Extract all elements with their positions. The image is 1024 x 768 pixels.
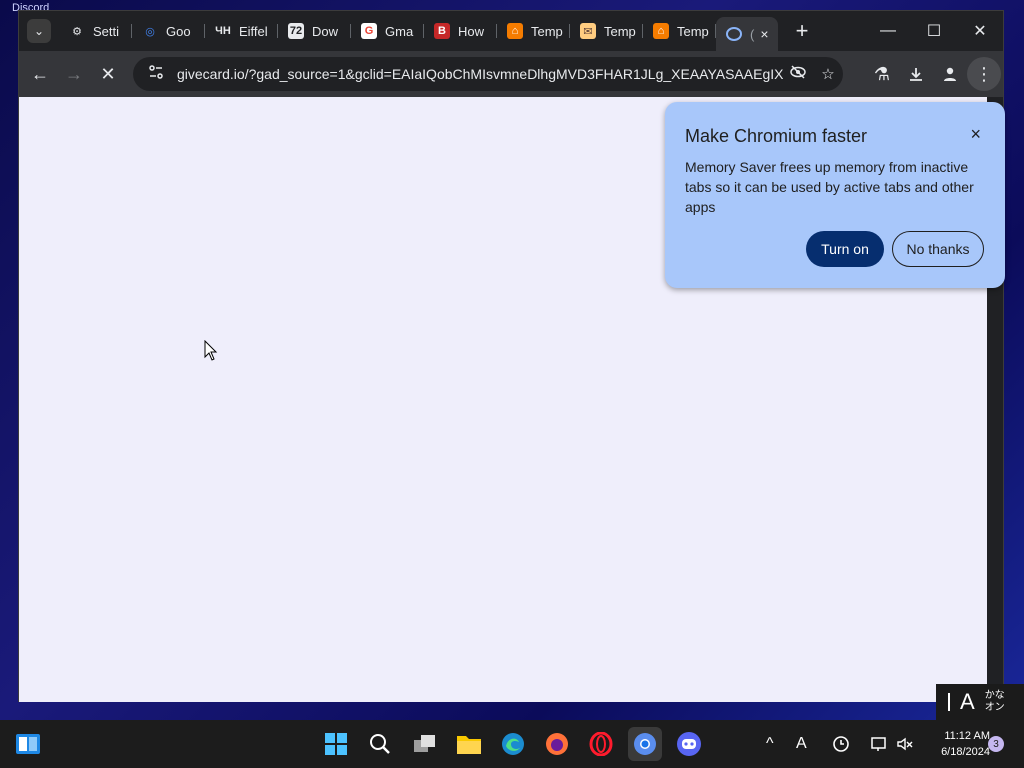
notification-badge[interactable]: 3 xyxy=(988,736,1004,752)
b-icon: B xyxy=(434,23,450,39)
ime-kana-label: かな オン xyxy=(985,690,1005,714)
clock-date: 6/18/2024 xyxy=(941,746,990,758)
download-icon[interactable] xyxy=(899,57,933,91)
download-site-icon: 72 xyxy=(288,23,304,39)
tab-active[interactable]: ( × xyxy=(716,17,778,51)
tab-label: ( xyxy=(750,26,755,42)
widgets-icon[interactable] xyxy=(14,730,42,758)
profile-icon[interactable] xyxy=(933,57,967,91)
ime-kana-bottom: オン xyxy=(984,702,1005,713)
tab-label: Dow xyxy=(312,23,339,39)
discord-icon[interactable] xyxy=(675,730,703,758)
ime-mode-icon[interactable]: A xyxy=(796,720,807,768)
search-icon[interactable] xyxy=(366,730,394,758)
tab-label: Goo xyxy=(166,23,191,39)
chromium-icon[interactable] xyxy=(628,727,662,761)
google-icon: G xyxy=(361,23,377,39)
tab-5[interactable]: G Gma xyxy=(351,15,424,47)
tab-6[interactable]: B How xyxy=(424,15,497,47)
forward-button[interactable]: → xyxy=(57,57,91,91)
popup-body: Memory Saver frees up memory from inacti… xyxy=(685,159,974,215)
no-thanks-button[interactable]: No thanks xyxy=(892,231,984,267)
network-icon[interactable] xyxy=(870,720,888,768)
url-text: givecard.io/?gad_source=1&gclid=EAIaIQob… xyxy=(177,66,783,82)
sync-icon[interactable] xyxy=(832,720,850,768)
tab-label: Gma xyxy=(385,23,414,39)
site-info-icon[interactable] xyxy=(141,64,171,84)
mouse-cursor-icon xyxy=(204,339,218,367)
eye-off-icon[interactable] xyxy=(783,65,813,83)
minimize-button[interactable]: — xyxy=(865,11,911,51)
tab-8[interactable]: ✉ Temp xyxy=(570,15,643,47)
clock-time: 11:12 AM xyxy=(944,730,990,742)
tab-7[interactable]: ⌂ Temp xyxy=(497,15,570,47)
task-view-icon[interactable] xyxy=(411,730,439,758)
taskbar: ^ A 11:12 AM 6/18/2024 xyxy=(0,720,1024,768)
tab-label: How xyxy=(458,23,485,39)
toolbar: ← → ✕ givecard.io/?gad_source=1&gclid=EA… xyxy=(19,51,1003,97)
chevron-down-icon: ⌄ xyxy=(33,24,45,38)
opera-icon[interactable] xyxy=(587,730,615,758)
close-icon[interactable]: × xyxy=(970,124,981,145)
star-icon[interactable]: ☆ xyxy=(813,65,843,83)
loading-icon xyxy=(726,27,742,41)
address-bar[interactable]: givecard.io/?gad_source=1&gclid=EAIaIQob… xyxy=(133,57,843,91)
volume-muted-icon[interactable] xyxy=(896,720,914,768)
tab-label: Eiffel xyxy=(239,23,268,39)
maximize-button[interactable]: ☐ xyxy=(911,11,957,51)
tab-label: Temp xyxy=(604,23,636,39)
tab-label: Temp xyxy=(531,23,563,39)
clock[interactable]: 11:12 AM 6/18/2024 xyxy=(922,728,990,760)
flask-icon[interactable]: ⚗ xyxy=(865,57,899,91)
tab-9[interactable]: ⌂ Temp xyxy=(643,15,716,47)
stop-loading-button[interactable]: ✕ xyxy=(91,57,125,91)
close-icon[interactable]: × xyxy=(760,26,768,42)
new-tab-button[interactable]: + xyxy=(788,18,816,44)
tab-search-button[interactable]: ⌄ xyxy=(27,19,51,43)
tab-3[interactable]: ЧΗ Eiffel xyxy=(205,15,278,47)
tab-4[interactable]: 72 Dow xyxy=(278,15,351,47)
back-button[interactable]: ← xyxy=(23,57,57,91)
google-lens-icon: ◎ xyxy=(145,25,155,38)
temp-mail-icon: ✉ xyxy=(580,23,596,39)
eiffel-icon: ЧΗ xyxy=(215,25,231,37)
start-icon[interactable] xyxy=(322,730,350,758)
ime-kana-top: かな xyxy=(984,690,1005,701)
memory-saver-popup: Make Chromium faster × Memory Saver free… xyxy=(665,102,1005,288)
ime-indicator[interactable]: A かな オン xyxy=(936,684,1024,720)
temp-icon: ⌂ xyxy=(653,23,669,39)
menu-icon[interactable]: ⋮ xyxy=(967,57,1001,91)
tab-strip: ⌄ ⚙ Setti ◎ Goo ЧΗ Eiffel 72 Dow G Gma B How ⌂ Temp ✉ T… xyxy=(19,11,1003,51)
edge-icon[interactable] xyxy=(499,730,527,758)
chevron-up-icon[interactable]: ^ xyxy=(766,720,774,768)
tab-label: Setti xyxy=(93,23,120,39)
close-window-button[interactable]: ✕ xyxy=(957,11,1003,51)
turn-on-button[interactable]: Turn on xyxy=(806,231,884,267)
ime-divider xyxy=(948,693,950,711)
temp-icon: ⌂ xyxy=(507,23,523,39)
tab-2[interactable]: ◎ Goo xyxy=(132,15,205,47)
ime-mode: A xyxy=(960,689,975,714)
window-controls: — ☐ ✕ xyxy=(865,11,1003,51)
firefox-icon[interactable] xyxy=(543,730,571,758)
gear-icon: ⚙ xyxy=(72,25,82,38)
tab-label: Temp xyxy=(677,23,709,39)
file-explorer-icon[interactable] xyxy=(455,730,483,758)
tab-1[interactable]: ⚙ Setti xyxy=(59,15,132,47)
popup-title: Make Chromium faster xyxy=(685,126,868,146)
